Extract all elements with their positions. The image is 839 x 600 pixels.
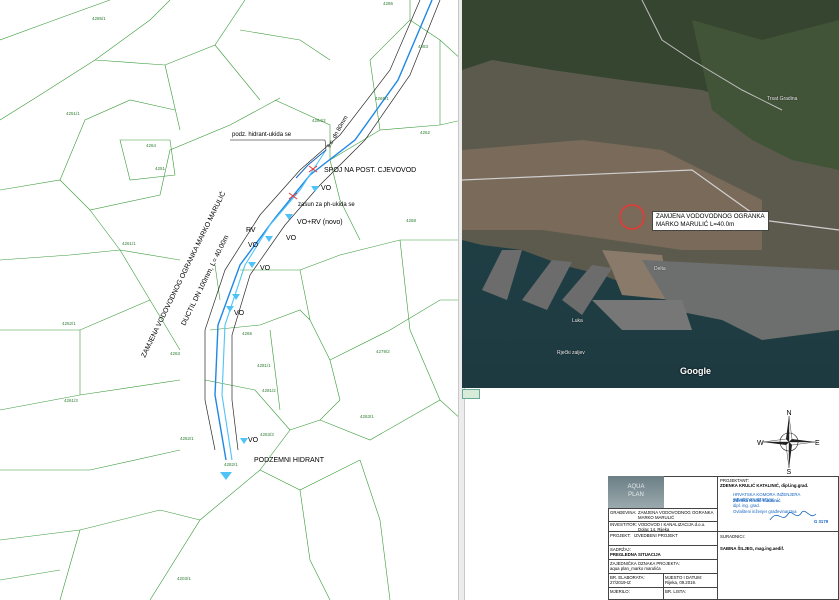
google-logo: Google [680, 366, 711, 376]
cad-site-plan: 4285/1 4286 4251/1 4283 4264 4262 4251 4… [0, 0, 462, 600]
cad-drawing: 4285/1 4286 4251/1 4283 4264 4262 4251 4… [0, 0, 462, 600]
svg-text:4261/3: 4261/3 [64, 398, 78, 403]
svg-text:4281/1: 4281/1 [257, 363, 271, 368]
satellite-imagery [462, 0, 839, 388]
svg-text:4264/2: 4264/2 [312, 118, 326, 123]
satellite-map: Trsat Gradina Rječki zaljev Delta Luka Z… [462, 0, 839, 388]
vo-label: VO [286, 235, 297, 242]
vertical-title: ZAMJENA VODOVODNOG OGRANKA MARKO MARULIĆ [139, 190, 228, 359]
vo-label: VO [234, 310, 245, 317]
svg-text:4203/1: 4203/1 [177, 576, 191, 581]
svg-text:4263/1: 4263/1 [360, 414, 374, 419]
svg-text:W: W [757, 440, 764, 447]
svg-text:4252/1: 4252/1 [62, 321, 76, 326]
svg-text:4262/1: 4262/1 [180, 436, 194, 441]
svg-text:4265/1: 4265/1 [375, 96, 389, 101]
svg-text:4265: 4265 [242, 331, 253, 336]
svg-text:4283: 4283 [418, 44, 429, 49]
underground-hydrant-label: PODZEMNI HIDRANT [254, 457, 325, 464]
svg-text:S: S [787, 469, 792, 474]
rv-label: RV [246, 227, 256, 234]
svg-text:4268: 4268 [406, 218, 417, 223]
svg-text:E: E [815, 440, 820, 447]
svg-text:4251: 4251 [155, 166, 166, 171]
location-callout: ZAMJENA VODOVODNOG OGRANKA MARKO MARULIĆ… [652, 211, 769, 231]
vo-label: VO [321, 185, 332, 192]
svg-text:4261/1: 4261/1 [122, 241, 136, 246]
vo-label: VO [248, 437, 259, 444]
svg-text:N: N [787, 410, 792, 417]
svg-text:4264: 4264 [146, 143, 157, 148]
svg-text:4282/1: 4282/1 [224, 462, 238, 467]
valve-removed-label: zasun za ph-ukida se [298, 202, 355, 208]
hydrant-removed-label: podz. hidrant-ukida se [232, 132, 292, 138]
place-label: Luka [572, 318, 583, 324]
svg-text:4262: 4262 [420, 130, 431, 135]
svg-text:4285/1: 4285/1 [92, 16, 106, 21]
callout-line-2: MARKO MARULIĆ L=40.0m [656, 221, 735, 228]
signature [769, 510, 817, 521]
svg-text:4251/1: 4251/1 [66, 111, 80, 116]
vo-label: VO [248, 242, 259, 249]
svg-text:4263/3: 4263/3 [260, 432, 274, 437]
parcel-numbers: 4285/1 4286 4251/1 4283 4264 4262 4251 4… [62, 1, 431, 581]
place-label: Delta [654, 266, 666, 272]
title-block: AQUA PLAN GRAĐEVINA: ZAMJENA VODOVODNOG … [608, 476, 839, 600]
parcel-boundaries [0, 0, 462, 600]
pipe-annotations: podz. hidrant-ukida se li.c. dn 80mm SPO… [139, 115, 416, 464]
connection-label: SPOJ NA POST. CJEVOVOD [324, 167, 416, 174]
svg-text:4281/2: 4281/2 [262, 388, 276, 393]
svg-text:4263: 4263 [170, 351, 181, 356]
vo-label: VO [260, 265, 271, 272]
place-label: Rječki zaljev [557, 350, 585, 356]
svg-text:4279/2: 4279/2 [376, 349, 390, 354]
vo-rv-new-label: VO+RV (novo) [297, 219, 343, 226]
legend-icon [462, 389, 480, 399]
svg-text:4286: 4286 [383, 1, 394, 6]
aqua-plan-logo: AQUA PLAN [608, 476, 664, 508]
compass-rose-icon: N S W E [757, 410, 820, 474]
place-label: Trsat Gradina [767, 96, 798, 102]
callout-line-1: ZAMJENA VODOVODNOG OGRANKA [656, 213, 765, 220]
